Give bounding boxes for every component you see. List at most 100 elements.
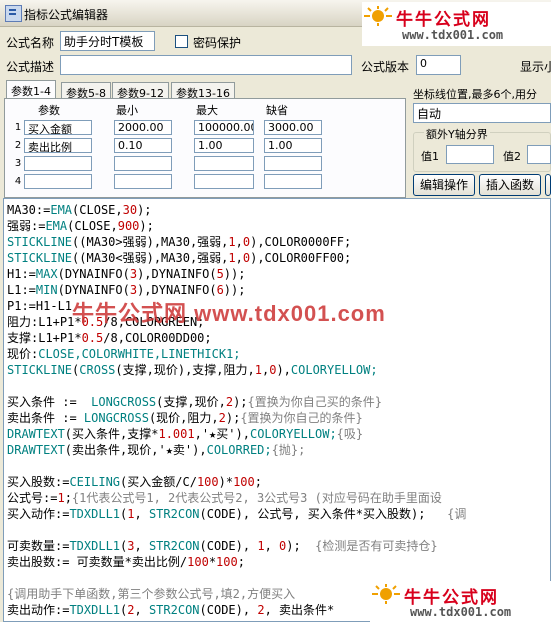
code-editor[interactable]: MA30:=EMA(CLOSE,30); 强弱:=EMA(CLOSE,900); S… <box>3 198 551 622</box>
row-number: 1 <box>14 121 22 133</box>
param-min-cell[interactable] <box>114 155 172 171</box>
code-content[interactable]: MA30:=EMA(CLOSE,30); 强弱:=EMA(CLOSE,900); S… <box>7 202 466 618</box>
code-token: 3 <box>127 539 135 553</box>
param-name-cell[interactable] <box>24 155 92 171</box>
formula-desc-input[interactable] <box>60 55 352 75</box>
code-token: ); <box>137 203 152 217</box>
code-line[interactable]: 强弱:=EMA(CLOSE,900); <box>7 218 466 234</box>
code-token: 2 <box>218 411 226 425</box>
code-line[interactable]: DRAWTEXT(买入条件,支撑*1.001,'★买'),COLORYELLOW… <box>7 426 466 442</box>
code-token: {调 <box>447 507 467 521</box>
code-token: ),COLOR0000FF; <box>250 235 352 249</box>
code-token: ((MA30<强弱),MA30,强弱, <box>72 251 229 265</box>
logo-url-text: www.tdx001.com <box>410 605 512 619</box>
code-token: STICKLINE <box>7 363 73 377</box>
param-max-cell[interactable] <box>194 155 254 171</box>
code-token: 100 <box>216 555 238 569</box>
param-min-cell[interactable]: 0.10 <box>114 137 172 153</box>
more-button[interactable] <box>545 174 551 196</box>
code-line[interactable] <box>7 522 466 538</box>
code-token: STR2CON <box>148 539 200 553</box>
code-token: 卖出股数:= 可卖数量*卖出比例/ <box>7 555 188 569</box>
code-line[interactable]: 买入股数:=CEILING(买入金额/C/100)*100; <box>7 474 466 490</box>
sun-icon <box>364 6 392 26</box>
code-token: COLORYELLOW; <box>249 427 337 441</box>
tab-params-1-4[interactable]: 参数1-4 <box>6 80 56 100</box>
code-token: 100 <box>187 555 209 569</box>
code-token: COLORRED; <box>206 443 272 457</box>
value1-input[interactable] <box>446 145 494 164</box>
code-line[interactable]: 支撑:L1+P1*0.5/8,COLOR00DD00; <box>7 330 466 346</box>
code-line[interactable]: STICKLINE((MA30>强弱),MA30,强弱,1,0),COLOR00… <box>7 234 466 250</box>
password-checkbox[interactable] <box>175 35 188 48</box>
param-default-cell[interactable]: 1.00 <box>264 137 322 153</box>
formula-name-input[interactable]: 助手分时T模板 <box>60 31 155 51</box>
version-input[interactable]: 0 <box>416 55 461 75</box>
code-token: MAX <box>35 267 58 281</box>
table-row: 3 <box>12 154 328 172</box>
code-line[interactable]: 卖出股数:= 可卖数量*卖出比例/100*100; <box>7 554 466 570</box>
code-line[interactable]: H1:=MAX(DYNAINFO(3),DYNAINFO(5)); <box>7 266 466 282</box>
code-token: , <box>235 251 243 265</box>
code-token: 买入动作:= <box>7 507 70 521</box>
code-token: CROSS <box>79 363 116 377</box>
param-default-cell[interactable]: 3000.00 <box>264 119 322 135</box>
code-token: 买入条件 := <box>7 395 92 409</box>
param-max-cell[interactable]: 100000.00 <box>194 119 254 135</box>
code-token: (CODE), <box>199 539 258 553</box>
insert-function-button[interactable]: 插入函数 <box>479 174 541 196</box>
code-token: {置换为你自己的条件} <box>240 411 363 425</box>
param-max-cell[interactable] <box>194 173 254 189</box>
code-line[interactable]: DRAWTEXT(卖出条件,现价,'★卖'),COLORRED;{抛}; <box>7 442 466 458</box>
param-name-cell[interactable] <box>24 173 92 189</box>
param-max-cell[interactable]: 1.00 <box>194 137 254 153</box>
code-line[interactable]: MA30:=EMA(CLOSE,30); <box>7 202 466 218</box>
sun-icon <box>372 584 400 604</box>
code-token: {置换为你自己买的条件} <box>247 395 382 409</box>
edit-operation-button[interactable]: 编辑操作 <box>413 174 475 196</box>
code-token: 现价: <box>7 347 39 361</box>
code-token: {1代表公式号1, 2代表公式号2, 3公式号3 (对应号码在助手里面设 <box>71 491 442 505</box>
param-default-cell[interactable] <box>264 155 322 171</box>
code-token: COLORYELLOW; <box>290 363 378 377</box>
window-title: 指标公式编辑器 <box>24 8 109 22</box>
col-header-default: 缺省 <box>266 104 288 117</box>
code-line[interactable]: 现价:CLOSE,COLORWHITE,LINETHICK1; <box>7 346 466 362</box>
code-token: 强弱:= <box>7 219 46 233</box>
param-name-cell[interactable]: 卖出比例 <box>24 137 92 153</box>
code-token: 卖出条件 := <box>7 411 84 425</box>
code-token: {调用助手下单函数,第三个参数公式号,填2,方便买入 <box>7 587 296 601</box>
param-min-cell[interactable] <box>114 173 172 189</box>
code-line[interactable]: 公式号:=1;{1代表公式号1, 2代表公式号2, 3公式号3 (对应号码在助手… <box>7 490 466 506</box>
param-name-cell[interactable]: 买入金额 <box>24 119 92 135</box>
code-line[interactable] <box>7 458 466 474</box>
axis-position-input[interactable]: 自动 <box>413 103 551 123</box>
code-token: ); <box>286 539 316 553</box>
param-min-cell[interactable]: 2000.00 <box>114 119 172 135</box>
value2-input[interactable] <box>527 145 551 164</box>
code-line[interactable]: 可卖数量:=TDXDLL1(3, STR2CON(CODE), 1, 0); {… <box>7 538 466 554</box>
code-token: ),COLOR00FF00; <box>250 251 352 265</box>
code-token: , <box>134 539 149 553</box>
code-line[interactable] <box>7 378 466 394</box>
code-token: {吸} <box>336 427 364 441</box>
code-token: (CODE), <box>199 603 258 617</box>
param-default-cell[interactable] <box>264 173 322 189</box>
code-line[interactable]: 卖出条件 := LONGCROSS(现价,阻力,2);{置换为你自己的条件} <box>7 410 466 426</box>
code-token: 1 <box>254 363 262 377</box>
watermark-overlay: 牛牛公式网 www.tdx001.com <box>72 301 386 326</box>
code-token: STR2CON <box>148 507 200 521</box>
code-token: 公式号:= <box>7 491 58 505</box>
code-token: )); <box>223 283 246 297</box>
code-token: (CLOSE, <box>67 219 118 233</box>
table-row: 4 <box>12 172 328 190</box>
code-line[interactable]: 买入动作:=TDXDLL1(1, STR2CON(CODE), 公式号, 买入条… <box>7 506 466 522</box>
logo-brand-text: 牛牛公式网 <box>396 10 491 30</box>
code-line[interactable]: 买入条件 := LONGCROSS(支撑,现价,2);{置换为你自己买的条件} <box>7 394 466 410</box>
code-token: STICKLINE <box>7 235 73 249</box>
code-line[interactable]: STICKLINE((MA30<强弱),MA30,强弱,1,0),COLOR00… <box>7 250 466 266</box>
code-token: 100 <box>196 475 219 489</box>
param-table: 参数 最小 最大 缺省 1 买入金额 2000.00 100000.00 300… <box>12 102 328 190</box>
code-token: ); <box>139 219 154 233</box>
code-line[interactable]: STICKLINE(CROSS(支撑,现价),支撑,阻力,1,0),COLORY… <box>7 362 466 378</box>
